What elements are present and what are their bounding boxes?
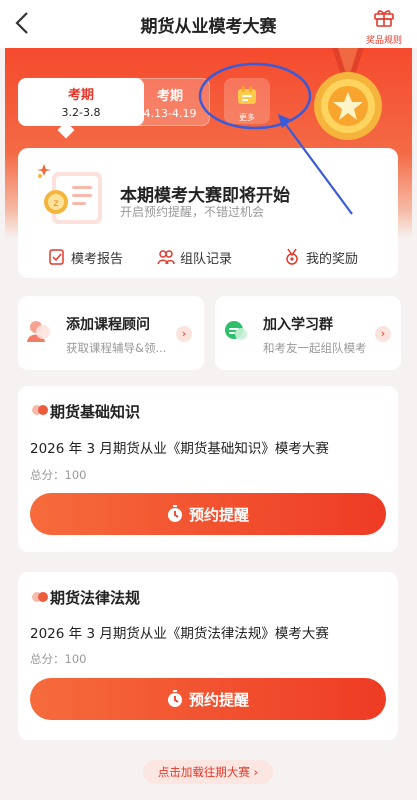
calendar-icon [238, 86, 256, 104]
report-icon [49, 249, 64, 265]
bullet-icon [32, 592, 48, 602]
more-periods-button[interactable]: 更多 [224, 78, 270, 124]
page-title: 期货从业模考大赛 [140, 17, 277, 37]
exam-total-score: 总分：100 [30, 652, 87, 666]
period-tab-range: 3.2-3.8 [61, 106, 101, 119]
join-study-group-card[interactable]: 加入学习群 和考友一起组队模考 › [215, 296, 401, 370]
add-advisor-card[interactable]: 添加课程顾问 获取课程辅导&领... › [18, 296, 204, 370]
exam-total-score: 总分：100 [30, 468, 87, 482]
team-records-link[interactable]: 组队记录 [157, 248, 233, 267]
join-group-title: 加入学习群 [263, 317, 333, 333]
chevron-right-icon: › [176, 326, 192, 342]
period-tab-1[interactable]: 考期 3.2-3.8 [18, 78, 144, 126]
period-tab-name: 考期 [67, 88, 94, 103]
exam-report-label: 模考报告 [71, 251, 124, 267]
load-more-label: 点击加载往期大赛 [157, 765, 250, 779]
exam-subject-title: 期货法律法规 [50, 589, 141, 607]
join-group-subtitle: 和考友一起组队模考 [263, 341, 367, 355]
reserve-reminder-label: 预约提醒 [188, 690, 249, 709]
period-tab-2[interactable]: 考期 4.13-4.19 [130, 78, 210, 126]
team-records-label: 组队记录 [180, 251, 233, 267]
load-past-contests-button[interactable]: 点击加载往期大赛 › [143, 760, 273, 784]
chat-icon [225, 321, 247, 340]
period-tab-range: 4.13-4.19 [143, 107, 197, 120]
my-rewards-label: 我的奖励 [306, 251, 359, 267]
reserve-reminder-label: 预约提醒 [188, 505, 249, 524]
medal-icon [286, 248, 298, 265]
svg-text:z: z [53, 198, 58, 209]
exam-subject-title: 期货基础知识 [50, 403, 141, 421]
exam-name: 2026 年 3 月期货从业《期货基础知识》模考大赛 [30, 441, 329, 457]
document-illustration: z [34, 162, 108, 228]
exam-name: 2026 年 3 月期货从业《期货法律法规》模考大赛 [30, 626, 329, 642]
team-icon [157, 250, 175, 265]
bullet-icon [32, 405, 48, 415]
exam-report-link[interactable]: 模考报告 [48, 248, 124, 267]
advisor-icon [27, 321, 50, 342]
my-rewards-link[interactable]: 我的奖励 [283, 248, 359, 267]
contest-status-subtitle: 开启预约提醒，不错过机会 [120, 205, 265, 219]
more-label: 更多 [239, 113, 255, 122]
chevron-right-icon: › [375, 326, 391, 342]
add-advisor-subtitle: 获取课程辅导&领... [66, 341, 167, 355]
reserve-reminder-button[interactable]: 预约提醒 [30, 678, 386, 720]
prize-rules-label: 奖品规则 [365, 36, 402, 46]
add-advisor-title: 添加课程顾问 [66, 317, 150, 333]
medal-illustration [308, 48, 388, 148]
reserve-reminder-button[interactable]: 预约提醒 [30, 493, 386, 535]
gift-icon [374, 10, 394, 27]
period-tab-name: 考期 [156, 89, 183, 104]
stopwatch-icon [167, 690, 182, 707]
prize-rules-button[interactable]: 奖品规则 [363, 6, 405, 46]
stopwatch-icon [167, 505, 182, 522]
